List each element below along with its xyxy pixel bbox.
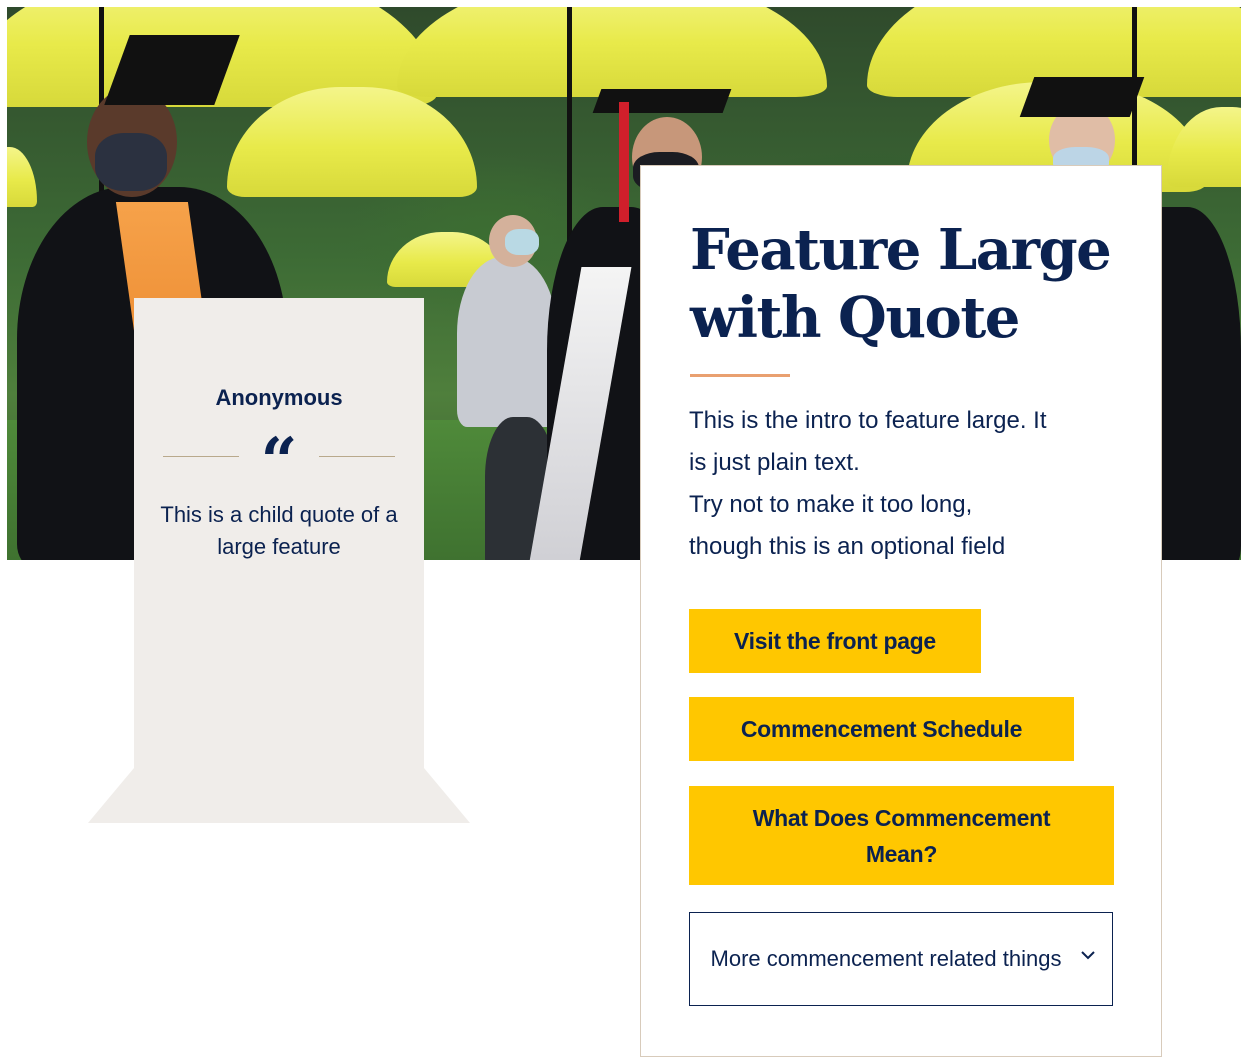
feature-intro: This is the intro to feature large. It i… <box>689 400 1119 568</box>
more-commencement-dropdown[interactable]: More commencement related things <box>689 912 1113 1006</box>
intro-line: This is the intro to feature large. It <box>689 407 1047 434</box>
intro-line: Try not to make it too long, <box>689 491 973 518</box>
quote-author: Anonymous <box>215 385 343 410</box>
commencement-schedule-button[interactable]: Commencement Schedule <box>689 697 1074 761</box>
quote-card: Anonymous “ This is a child quote of a l… <box>88 298 470 823</box>
intro-line: though this is an optional field <box>689 533 1006 560</box>
dropdown-label: More commencement related things <box>710 946 1062 971</box>
quote-divider-right <box>319 456 395 457</box>
quote-text: This is a child quote of a large feature <box>160 502 398 559</box>
what-does-commencement-mean-button[interactable]: What Does Commencement Mean? <box>689 786 1114 885</box>
title-accent-line <box>690 374 790 377</box>
feature-title: Feature Large with Quote <box>690 217 1112 351</box>
visit-front-page-button[interactable]: Visit the front page <box>689 609 981 673</box>
chevron-down-icon <box>1081 951 1095 960</box>
feature-panel: Feature Large with Quote This is the int… <box>640 165 1162 1057</box>
quote-mark-icon: “ <box>260 424 298 499</box>
button-label: What Does Commencement Mean? <box>752 804 1051 867</box>
intro-line: is just plain text. <box>689 449 860 476</box>
